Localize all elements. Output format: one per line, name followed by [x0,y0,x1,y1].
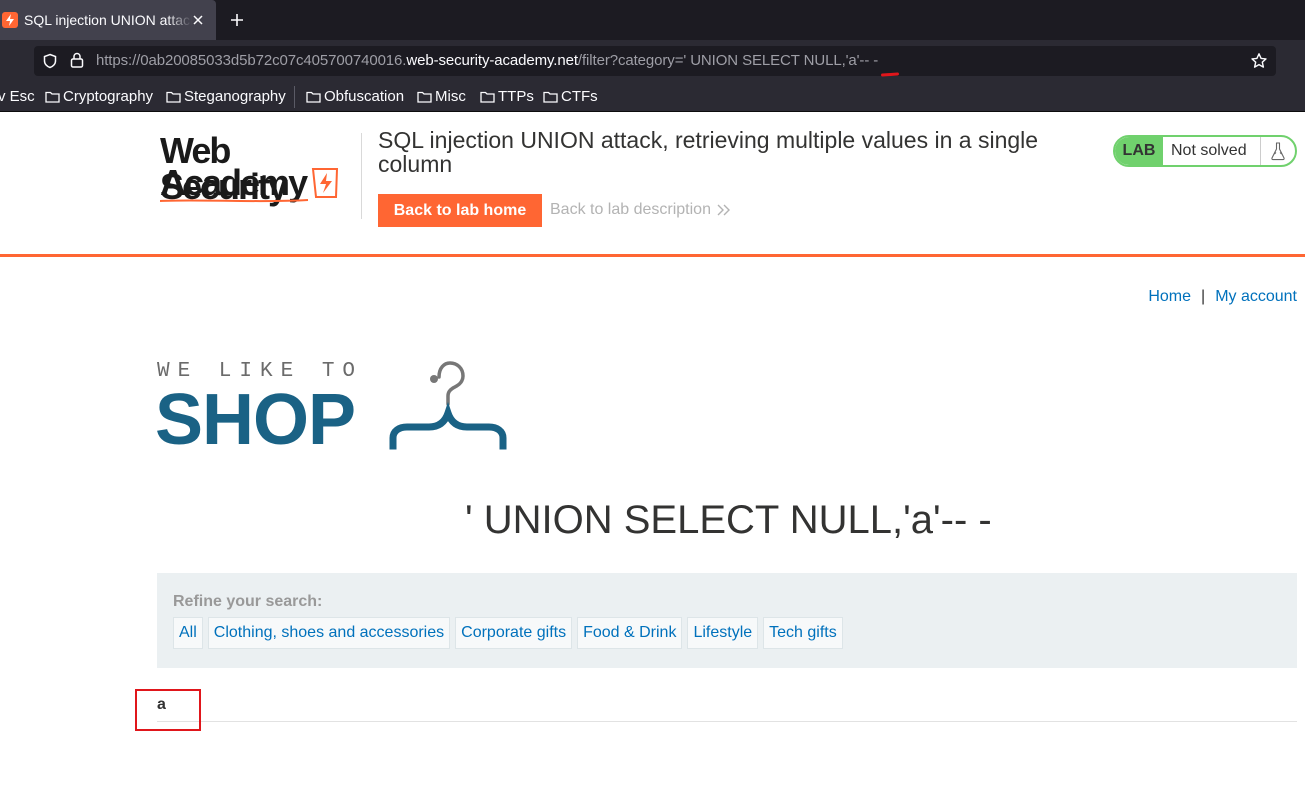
bookmark-separator [294,86,295,108]
bookmark-label: TTPs [498,88,534,105]
close-icon[interactable] [190,12,206,28]
shop-logo-name: SHOP [155,380,356,460]
back-to-lab-description-label: Back to lab description [550,201,711,218]
header-divider [361,133,362,219]
bookmark-ctfs[interactable]: CTFs [543,88,598,105]
nav-separator: | [1201,288,1206,305]
bookmark-label: Cryptography [63,88,154,105]
bookmark-misc[interactable]: Misc [417,88,466,105]
lab-badge: LAB [1115,137,1163,165]
lab-title: SQL injection UNION attack, retrieving m… [378,127,1039,177]
address-bar[interactable]: https://0ab20085033d5b72c07c405700740016… [34,46,1276,76]
navigation-bar: https://0ab20085033d5b72c07c405700740016… [0,40,1305,82]
folder-icon [306,91,321,103]
home-link[interactable]: Home [1148,288,1191,305]
bookmark-ttps[interactable]: TTPs [480,88,534,105]
lock-icon[interactable] [70,52,84,68]
bookmark-label: CTFs [561,88,598,105]
url-prefix: https://0ab20085033d5b72c07c405700740016… [96,52,407,69]
url-path: /filter?category=' UNION SELECT NULL,'a'… [577,52,879,69]
lightning-icon [2,12,18,28]
folder-icon [417,91,432,103]
back-to-lab-description-link[interactable]: Back to lab description [550,201,731,219]
url-text: https://0ab20085033d5b72c07c405700740016… [96,52,878,69]
filter-panel: Refine your search: All Clothing, shoes … [157,573,1297,668]
red-annotation-box [135,689,201,731]
top-navigation: Home | My account [1148,288,1297,306]
bookmark-cryptography[interactable]: Cryptography [45,88,153,105]
folder-icon [480,91,495,103]
bookmark-esc[interactable]: v Esc [0,88,35,105]
flask-icon [1261,141,1295,161]
web-security-academy-logo[interactable]: Web Security Academy [160,133,360,205]
filter-clothing[interactable]: Clothing, shoes and accessories [207,617,451,649]
logo-lightning-icon [160,168,339,203]
filter-label: Refine your search: [173,593,323,610]
double-chevron-right-icon [717,204,730,216]
folder-icon [166,91,181,103]
filter-all[interactable]: All [173,617,203,649]
star-icon[interactable] [1250,52,1268,70]
tab-title: SQL injection UNION attack, retrieving m… [24,12,192,28]
filter-lifestyle[interactable]: Lifestyle [687,617,759,649]
lab-status-widget: LAB Not solved [1113,135,1297,167]
lab-header: Web Security Academy SQL injection UNION… [0,113,1305,257]
category-heading: ' UNION SELECT NULL,'a'-- - [465,498,992,542]
url-domain: web-security-academy.net [406,52,578,69]
shield-icon[interactable] [42,53,58,69]
back-to-lab-home-button[interactable]: Back to lab home [378,194,542,227]
tab-bar: SQL injection UNION attack, retrieving m… [0,0,1305,40]
table-row: a [157,690,1297,722]
shop-logo: WE LIKE TO SHOP [155,360,517,460]
filter-food-drink[interactable]: Food & Drink [577,617,683,649]
my-account-link[interactable]: My account [1215,288,1297,305]
filter-list: All Clothing, shoes and accessories Corp… [173,617,848,649]
bookmark-label: v Esc [0,88,35,105]
new-tab-icon[interactable] [228,11,246,29]
browser-tab[interactable]: SQL injection UNION attack, retrieving m… [0,0,216,40]
folder-icon [543,91,558,103]
bookmark-obfuscation[interactable]: Obfuscation [306,88,404,105]
bookmark-steganography[interactable]: Steganography [166,88,286,105]
bookmarks-toolbar: v Esc Cryptography Steganography Obfusca… [0,82,1305,112]
bookmark-label: Obfuscation [324,88,405,105]
bookmark-label: Misc [435,88,466,105]
lab-status-text: Not solved [1163,137,1261,165]
bookmark-label: Steganography [184,88,286,105]
folder-icon [45,91,60,103]
filter-corporate-gifts[interactable]: Corporate gifts [455,617,573,649]
hanger-icon [389,361,507,450]
filter-tech-gifts[interactable]: Tech gifts [763,617,843,649]
